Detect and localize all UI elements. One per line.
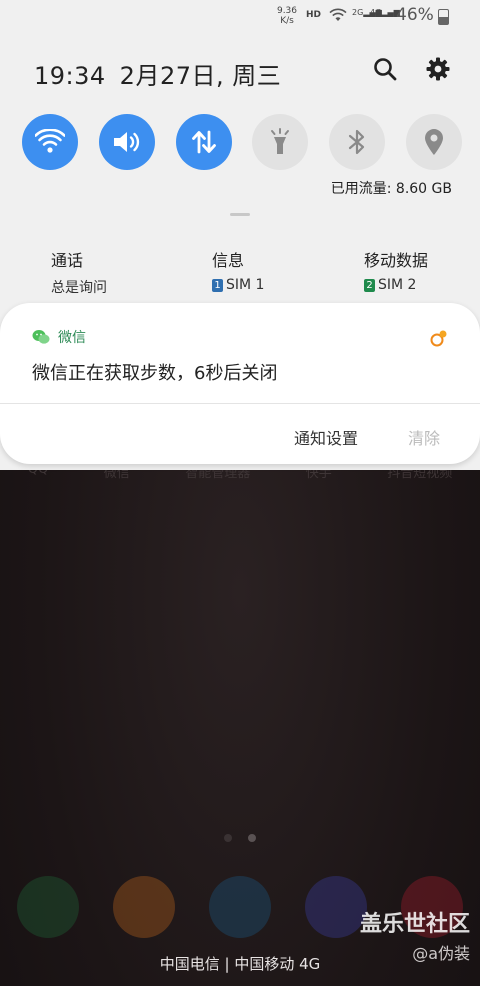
bluetooth-icon (349, 129, 365, 155)
sim1-badge-icon: 1 (212, 278, 223, 292)
messages-app-icon[interactable] (209, 876, 271, 938)
location-icon (424, 129, 443, 155)
shade-drag-handle[interactable] (230, 213, 250, 216)
sim-message-title: 信息 (212, 251, 245, 270)
notification-app-name: 微信 (58, 330, 86, 346)
battery-icon (438, 9, 449, 25)
volume-icon (113, 132, 139, 152)
wifi-icon (35, 129, 65, 153)
sim-mobile-data-title: 移动数据 (364, 251, 429, 270)
clock-date[interactable]: 2月27日, 周三 (120, 62, 282, 90)
sim-call-title: 通话 (51, 251, 84, 270)
tile-bluetooth[interactable] (329, 114, 386, 170)
browser-app-icon[interactable] (305, 876, 367, 938)
battery-percent: 46% (396, 5, 434, 25)
date-time: 19:34 2月27日, 周三 (34, 56, 281, 91)
contacts-app-icon[interactable] (113, 876, 175, 938)
wechat-icon (32, 330, 50, 344)
notification-badge-icon (430, 330, 447, 347)
data-transfer-icon (191, 130, 216, 154)
notification-actions: 通知设置 清除 (294, 425, 440, 449)
page-indicator (0, 834, 480, 842)
quick-settings-tiles (22, 114, 462, 170)
sim-call-setting[interactable]: 通话 总是询问 (51, 247, 107, 297)
tile-sound[interactable] (98, 114, 155, 170)
clock-time[interactable]: 19:34 (34, 62, 106, 90)
notification-divider (0, 403, 480, 404)
tile-flashlight[interactable] (252, 114, 309, 170)
tile-mobile-data[interactable] (175, 114, 232, 170)
phone-app-icon[interactable] (17, 876, 79, 938)
flashlight-icon (271, 128, 290, 154)
page-dot-active (248, 834, 256, 842)
sim-message-setting[interactable]: 信息 1 SIM 1 (212, 247, 264, 293)
gear-icon[interactable] (425, 56, 451, 82)
notification-settings-button[interactable]: 通知设置 (294, 425, 358, 449)
notification-message: 微信正在获取步数，6秒后关闭 (32, 363, 278, 384)
search-icon[interactable] (372, 56, 398, 82)
sim-mobile-data-setting[interactable]: 移动数据 2 SIM 2 (364, 247, 428, 293)
sim-call-value: 总是询问 (51, 280, 107, 296)
carrier-label: 中国电信 | 中国移动 4G (159, 955, 321, 973)
watermark-logo: 盖乐世社区 (359, 912, 470, 937)
sim2-badge-icon: 2 (364, 278, 375, 292)
notification-card[interactable]: 微信 微信正在获取步数，6秒后关闭 通知设置 清除 (0, 303, 480, 464)
sim-message-value: 1 SIM 1 (212, 277, 264, 293)
hd-indicator: HD (306, 10, 322, 20)
page-dot (224, 834, 232, 842)
sim-mobile-data-value: 2 SIM 2 (364, 277, 428, 293)
notification-clear-button[interactable]: 清除 (408, 425, 440, 449)
network-speed: 9.36 K/s (276, 6, 298, 26)
tile-location[interactable] (405, 114, 462, 170)
watermark-user: @a伪装 (412, 944, 470, 963)
wifi-status-icon (329, 8, 347, 21)
data-usage-label: 已用流量: 8.60 GB (330, 181, 452, 197)
notification-app-header: 微信 (32, 327, 86, 347)
status-bar: 9.36 K/s HD 2G▂▄▆ 4G▂▄▆ 46% (0, 0, 480, 32)
tile-wifi[interactable] (22, 114, 78, 170)
